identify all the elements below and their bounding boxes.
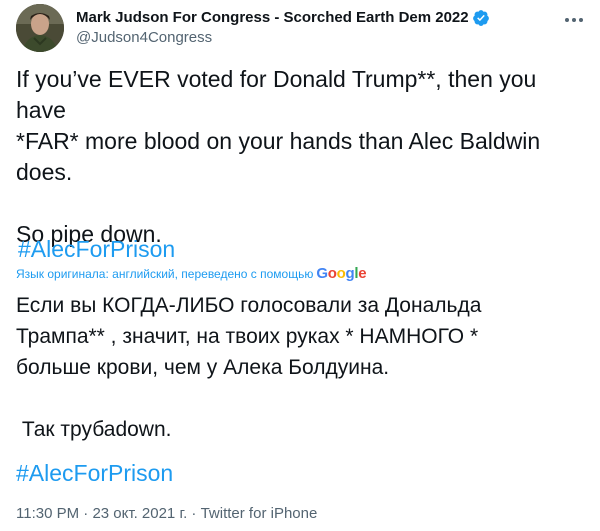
more-dot-icon xyxy=(565,18,569,22)
hashtag-link[interactable]: #AlecForPrison xyxy=(18,234,175,264)
google-logo: Google xyxy=(316,265,367,282)
translation-note-text: Язык оригинала: английский, переведено с… xyxy=(16,267,314,281)
more-dot-icon xyxy=(579,18,583,22)
verified-badge-icon xyxy=(472,9,490,27)
tweet-time[interactable]: 11:30 PM xyxy=(16,505,79,522)
tweet: Mark Judson For Congress - Scorched Eart… xyxy=(0,0,600,531)
more-options-button[interactable] xyxy=(558,4,590,36)
translated-text: Если вы КОГДА-ЛИБО голосовали за Дональд… xyxy=(16,294,482,441)
more-dot-icon xyxy=(572,18,576,22)
author-name-row[interactable]: Mark Judson For Congress - Scorched Eart… xyxy=(76,8,490,27)
tweet-source[interactable]: Twitter for iPhone xyxy=(201,505,318,522)
meta-separator: · xyxy=(79,505,93,522)
avatar[interactable] xyxy=(16,4,64,52)
tweet-text: If you’ve EVER voted for Donald Trump**,… xyxy=(16,66,541,247)
translation-note[interactable]: Язык оригинала: английский, переведено с… xyxy=(16,265,367,282)
avatar-image xyxy=(16,4,64,52)
tweet-meta: 11:30 PM · 23 окт. 2021 г. · Twitter for… xyxy=(16,505,317,522)
tweet-date[interactable]: 23 окт. 2021 г. xyxy=(92,505,187,522)
author-block: Mark Judson For Congress - Scorched Eart… xyxy=(76,8,490,46)
author-name[interactable]: Mark Judson For Congress - Scorched Eart… xyxy=(76,9,469,26)
meta-separator: · xyxy=(187,505,201,522)
translated-hashtag-link[interactable]: #AlecForPrison xyxy=(16,458,173,488)
author-handle[interactable]: @Judson4Congress xyxy=(76,29,490,46)
